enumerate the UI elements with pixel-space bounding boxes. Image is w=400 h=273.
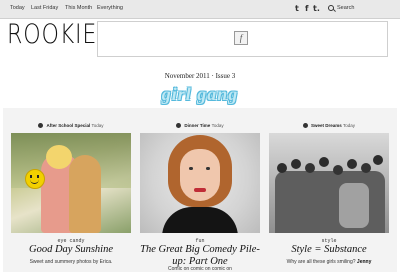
article-title[interactable]: Style = Substance <box>269 244 389 256</box>
photo-lips <box>194 188 206 192</box>
top-bar: Today Last Friday This Month Everything … <box>0 0 400 19</box>
category-name[interactable]: Sweet Dreams <box>311 123 342 128</box>
category-name[interactable]: Dinner Time <box>184 123 210 128</box>
site-logo[interactable]: ROOKIE <box>7 21 97 48</box>
category-icon <box>176 123 182 129</box>
search-icon[interactable] <box>328 5 334 11</box>
category-date: Today <box>211 123 224 128</box>
nav-today[interactable]: Today <box>10 5 25 11</box>
article-title[interactable]: Good Day Sunshine <box>11 244 131 256</box>
issue-theme[interactable]: girl gang <box>0 84 400 105</box>
twitter-icon[interactable]: t <box>295 4 299 13</box>
nav-everything[interactable]: Everything <box>97 5 123 11</box>
description-text: Sweet and summery photos by Erica. <box>29 259 113 265</box>
photo-figure <box>69 155 101 233</box>
article-card: After School Special Today eye candy Goo… <box>11 108 131 272</box>
photo-face <box>180 149 220 201</box>
description-text: Why are all these girls smiling? <box>286 259 356 265</box>
article-title[interactable]: The Great Big Comedy Pile-up: Part One <box>140 244 260 267</box>
description-author[interactable]: Jenny <box>357 259 371 265</box>
article-category: Dinner Time Today <box>140 123 260 129</box>
category-icon <box>302 123 308 129</box>
article-photo[interactable] <box>269 133 389 233</box>
article-card: Sweet Dreams Today style Style = Substan… <box>269 108 389 272</box>
article-grid: After School Special Today eye candy Goo… <box>3 108 397 272</box>
article-description: Why are all these girls smiling? Jenny <box>269 259 389 266</box>
article-photo[interactable] <box>140 133 260 233</box>
photo-highlight <box>339 183 369 228</box>
nav-last-friday[interactable]: Last Friday <box>31 5 58 11</box>
nav-this-month[interactable]: This Month <box>65 5 92 11</box>
tumblr-icon[interactable]: t. <box>313 4 320 13</box>
article-category: After School Special Today <box>11 123 131 129</box>
article-card: Dinner Time Today fun The Great Big Come… <box>140 108 260 272</box>
article-photo[interactable] <box>11 133 131 233</box>
facebook-icon[interactable]: f <box>305 4 308 13</box>
category-date: Today <box>343 123 356 128</box>
search-link[interactable]: Search <box>337 5 354 11</box>
photo-hair <box>46 145 72 169</box>
article-category: Sweet Dreams Today <box>269 123 389 129</box>
smiley-face-icon <box>25 169 45 189</box>
issue-heading: November 2011 · Issue 3 <box>164 72 236 80</box>
photo-heads <box>277 163 287 173</box>
photo-eyes <box>189 167 193 170</box>
flash-plugin-icon[interactable]: f <box>234 31 248 45</box>
category-date: Today <box>91 123 104 128</box>
description-text: Comic on comic on comic on <box>168 266 232 272</box>
photo-body <box>162 207 238 233</box>
category-name[interactable]: After School Special <box>46 123 90 128</box>
article-description: Sweet and summery photos by Erica. <box>11 259 131 266</box>
category-icon <box>38 123 44 129</box>
